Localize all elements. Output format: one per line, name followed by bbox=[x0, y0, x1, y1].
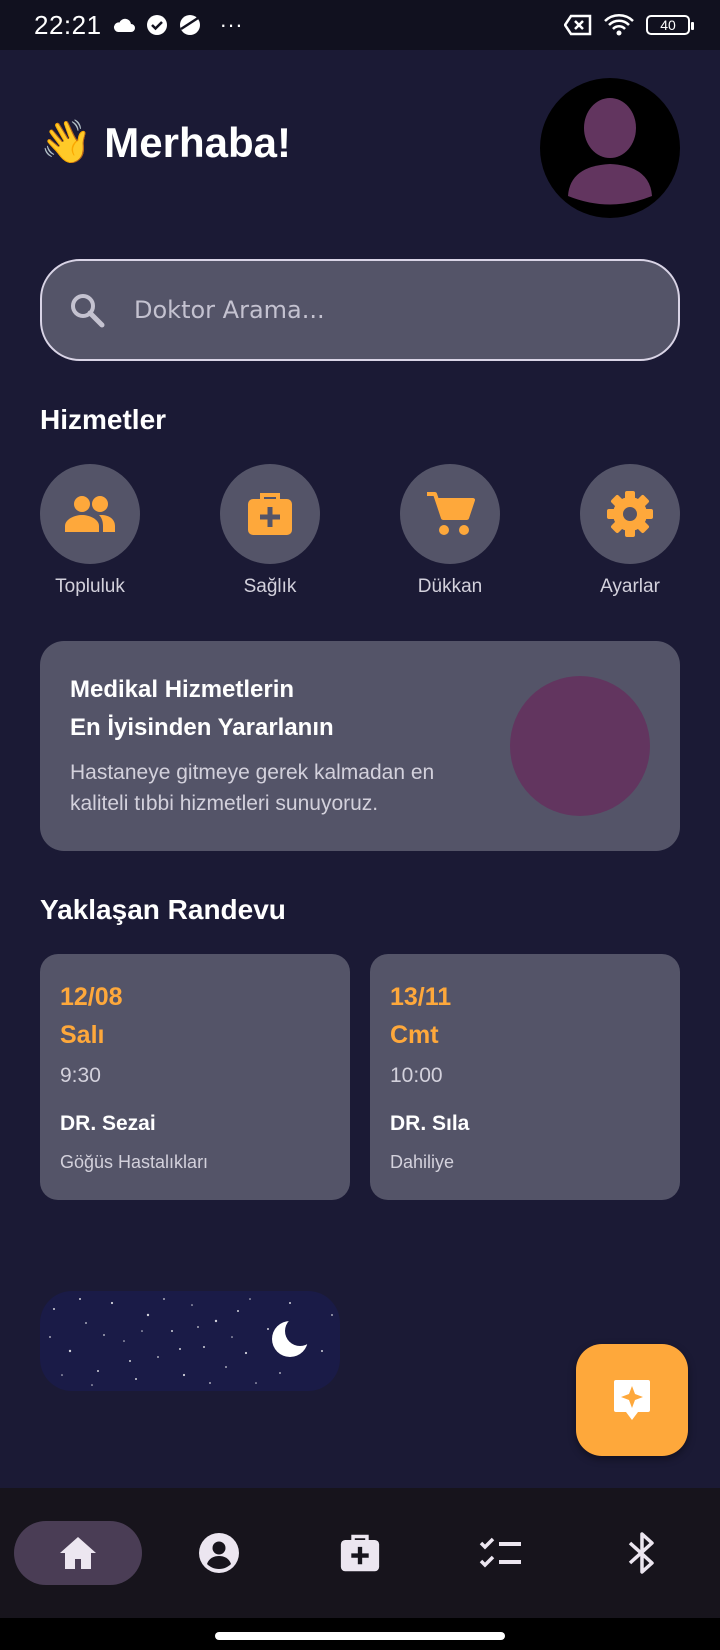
service-community-label: Topluluk bbox=[55, 576, 125, 597]
service-shop[interactable]: Dükkan bbox=[400, 464, 500, 598]
assistant-fab[interactable] bbox=[576, 1344, 688, 1456]
search-bar[interactable] bbox=[40, 259, 680, 361]
group-icon bbox=[65, 496, 115, 532]
battery-indicator: 40 bbox=[646, 15, 694, 35]
appointment-doctor: DR. Sıla bbox=[390, 1112, 470, 1135]
appointments-title: Yaklaşan Randevu bbox=[40, 894, 286, 925]
appointment-date: 12/08 bbox=[60, 983, 123, 1011]
service-community-button[interactable] bbox=[40, 464, 140, 564]
bluetooth-icon bbox=[628, 1532, 654, 1574]
sparkle-chat-icon bbox=[614, 1380, 650, 1420]
search-input[interactable] bbox=[134, 296, 614, 324]
appointment-doctor: DR. Sezai bbox=[60, 1112, 156, 1135]
nav-home[interactable] bbox=[14, 1521, 143, 1585]
wave-icon: 👋 bbox=[40, 118, 93, 165]
wifi-icon bbox=[604, 14, 634, 36]
appointment-day: Salı bbox=[60, 1021, 105, 1049]
service-health-label: Sağlık bbox=[243, 576, 297, 597]
service-settings-label: Ayarlar bbox=[600, 576, 660, 597]
service-health-button[interactable] bbox=[220, 464, 320, 564]
nav-tasks[interactable] bbox=[437, 1521, 565, 1585]
status-bar: 22:21 ··· 40 bbox=[0, 0, 720, 50]
person-icon bbox=[568, 98, 652, 205]
home-icon bbox=[60, 1537, 97, 1569]
services-title: Hizmetler bbox=[40, 404, 167, 435]
service-shop-label: Dükkan bbox=[417, 576, 483, 597]
service-community[interactable]: Topluluk bbox=[40, 464, 140, 598]
status-right: 40 bbox=[564, 14, 694, 36]
cart-icon bbox=[427, 492, 475, 535]
cloud-icon bbox=[112, 17, 136, 33]
status-time: 22:21 bbox=[34, 9, 102, 40]
nav-profile[interactable] bbox=[155, 1521, 283, 1585]
account-icon bbox=[199, 1533, 240, 1573]
dark-mode-toggle[interactable] bbox=[40, 1291, 340, 1391]
service-health[interactable]: Sağlık bbox=[220, 464, 320, 598]
greeting: 👋 Merhaba! bbox=[40, 118, 291, 167]
search-icon bbox=[68, 291, 106, 329]
promo-title-line1: Medikal Hizmetlerin bbox=[70, 676, 295, 703]
medical-bag-icon bbox=[248, 493, 292, 535]
appointment-day: Cmt bbox=[390, 1021, 439, 1049]
appointment-department: Dahiliye bbox=[390, 1152, 455, 1172]
gear-icon bbox=[607, 491, 653, 537]
check-circle-icon bbox=[146, 14, 168, 36]
promo-title-line2: En İyisinden Yararlanın bbox=[70, 714, 334, 741]
bottom-nav bbox=[0, 1488, 720, 1618]
planet-icon bbox=[178, 13, 202, 37]
checklist-icon bbox=[479, 1537, 521, 1568]
avatar[interactable] bbox=[540, 78, 680, 218]
appointment-card[interactable]: 13/11 Cmt 10:00 DR. Sıla Dahiliye bbox=[370, 954, 680, 1200]
greeting-text: Merhaba! bbox=[104, 118, 291, 166]
medical-bag-icon bbox=[340, 1534, 380, 1572]
more-dots: ··· bbox=[219, 12, 244, 37]
no-sim-icon bbox=[564, 14, 592, 36]
home-indicator[interactable] bbox=[215, 1632, 505, 1640]
promo-text: Hastaneye gitmeye gerek kalmadan en kali… bbox=[70, 761, 435, 815]
service-settings-button[interactable] bbox=[580, 464, 680, 564]
nav-bluetooth[interactable] bbox=[578, 1521, 706, 1585]
appointments-row: 12/08 Salı 9:30 DR. Sezai Göğüs Hastalık… bbox=[40, 954, 680, 1200]
services-row: Topluluk Sağlık Dükkan Ayarlar bbox=[40, 464, 680, 598]
promo-title: Medikal Hizmetlerin En İyisinden Yararla… bbox=[70, 671, 490, 747]
promo-image bbox=[510, 676, 650, 816]
promo-card[interactable]: Medikal Hizmetlerin En İyisinden Yararla… bbox=[40, 641, 680, 851]
appointment-card[interactable]: 12/08 Salı 9:30 DR. Sezai Göğüs Hastalık… bbox=[40, 954, 350, 1200]
nav-health[interactable] bbox=[296, 1521, 424, 1585]
appointment-time: 10:00 bbox=[390, 1064, 443, 1087]
moon-icon bbox=[272, 1319, 310, 1357]
service-settings[interactable]: Ayarlar bbox=[580, 464, 680, 598]
status-left: 22:21 ··· bbox=[34, 10, 243, 41]
appointment-date: 13/11 bbox=[390, 983, 452, 1011]
service-shop-button[interactable] bbox=[400, 464, 500, 564]
appointment-time: 9:30 bbox=[60, 1064, 101, 1087]
appointment-department: Göğüs Hastalıkları bbox=[60, 1152, 209, 1172]
